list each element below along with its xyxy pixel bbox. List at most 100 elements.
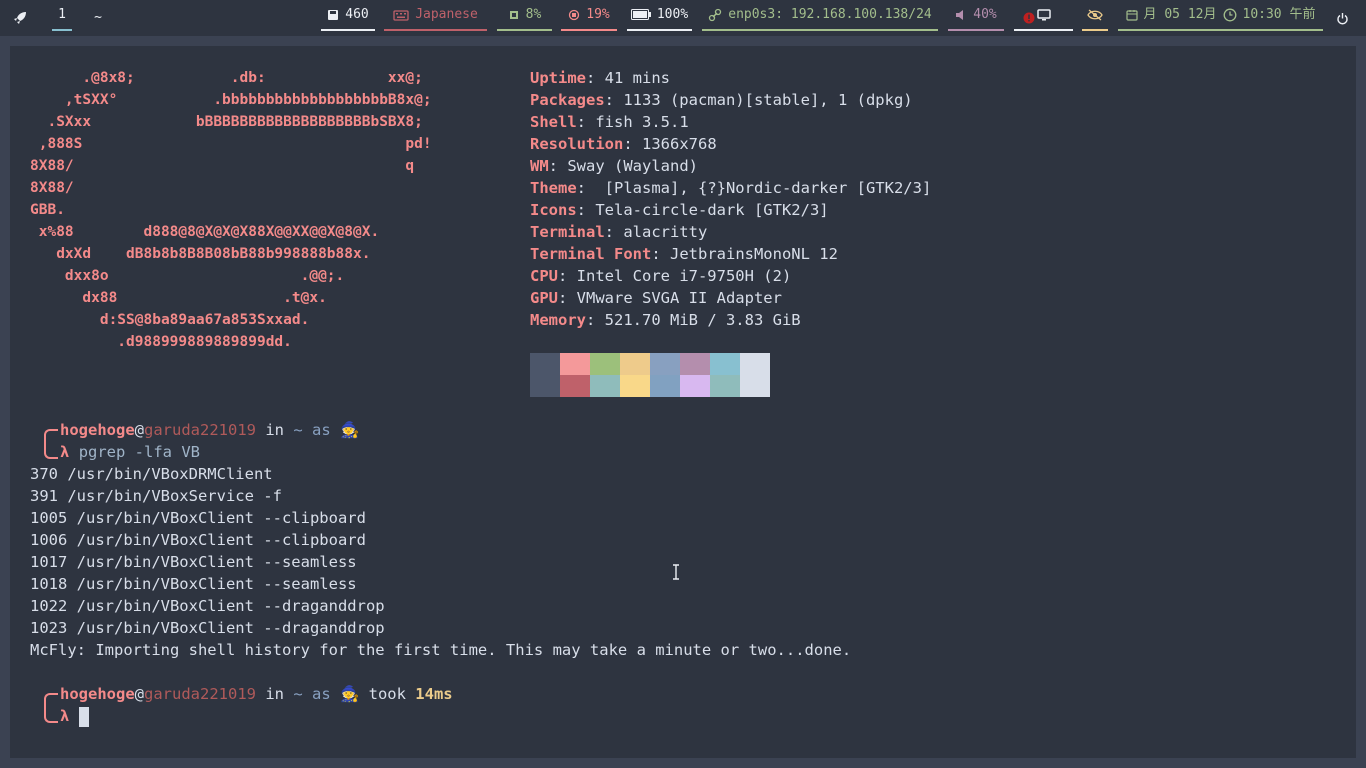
info-value: : alacritty (604, 223, 708, 241)
prompt-lambda: λ (60, 443, 70, 461)
top-status-bar: 1 ~ 460 Japanese 8% 19% 100% enp0s3: 192… (0, 0, 1366, 36)
info-theme: Theme: [Plasma], {?}Nordic-darker [GTK2/… (530, 177, 931, 199)
workspace-1-label: 1 (58, 6, 66, 22)
ibeam-cursor-icon (673, 564, 679, 580)
output-line: 1022 /usr/bin/VBoxClient --draganddrop (30, 597, 385, 615)
color-swatch (620, 375, 650, 397)
prompt-dir: ~ (293, 421, 303, 439)
color-swatch (530, 375, 560, 397)
info-value: : [Plasma], {?}Nordic-darker [GTK2/3] (576, 179, 932, 197)
output-line: 1017 /usr/bin/VBoxClient --seamless (30, 553, 357, 571)
prompt-command-line: λ pgrep -lfa VB (60, 441, 200, 463)
clock-icon (1223, 8, 1236, 21)
info-value: : Tela-circle-dark [GTK2/3] (576, 201, 829, 219)
ascii-art-line: .SXxx bBBBBBBBBBBBBBBBBBBBbSBX8; (30, 114, 423, 130)
color-swatch (710, 375, 740, 397)
volume-module[interactable]: 40% (948, 0, 1004, 31)
info-key: Resolution (530, 135, 624, 153)
keyboard-layout-module[interactable]: Japanese (384, 0, 487, 31)
display-module[interactable] (1014, 0, 1073, 31)
color-swatch (590, 375, 620, 397)
info-key: Terminal (530, 223, 605, 241)
output-line: 1023 /usr/bin/VBoxClient --draganddrop (30, 619, 385, 637)
info-icons: Icons: Tela-circle-dark [GTK2/3] (530, 199, 829, 221)
prompt-header: hogehoge@garuda221019 in ~ as 🧙 took 14m… (60, 683, 453, 705)
prompt-header: hogehoge@garuda221019 in ~ as 🧙 (60, 419, 359, 441)
info-packages: Packages: 1133 (pacman)[stable], 1 (dpkg… (530, 89, 913, 111)
prompt-in: in (255, 685, 294, 703)
cpu-value: 8% (525, 6, 542, 22)
clock-module[interactable]: 月 05 12月 10:30 午前 (1118, 0, 1323, 31)
info-resolution: Resolution: 1366x768 (530, 133, 717, 155)
ascii-art-line: .d988999889889899dd. (30, 334, 292, 350)
prompt-duration: 14ms (415, 685, 453, 703)
rocket-icon (14, 12, 26, 24)
info-key: Theme (530, 179, 577, 197)
prompt-at: @ (134, 421, 144, 439)
ascii-art-line: .@8x8; .db: xx@; (30, 70, 423, 86)
launcher-button[interactable] (8, 0, 32, 36)
info-value: : 1133 (pacman)[stable], 1 (dpkg) (604, 91, 913, 109)
prompt-input-line[interactable]: λ (60, 705, 89, 727)
ascii-art-line: d:SS@8ba89aa67a853Sxxad. (30, 312, 310, 328)
memory-module[interactable]: 19% (561, 0, 617, 31)
workspace-home-button[interactable]: ~ (88, 0, 108, 36)
prompt-dir: ~ (293, 685, 303, 703)
prompt-as: as (302, 421, 340, 439)
power-button[interactable] (1333, 0, 1351, 36)
workspace-home-label: ~ (94, 10, 102, 25)
info-wm: WM: Sway (Wayland) (530, 155, 698, 177)
color-swatch (650, 353, 680, 375)
info-value: : 521.70 MiB / 3.83 GiB (586, 311, 801, 329)
disk-module[interactable]: 460 (321, 0, 375, 31)
prompt-as: as (302, 685, 340, 703)
terminal-window[interactable]: .@8x8; .db: xx@; ,tSXX° .bbbbbbbbbbbbbbb… (10, 46, 1356, 758)
info-value: : VMware SVGA II Adapter (558, 289, 782, 307)
output-line: McFly: Importing shell history for the f… (30, 641, 852, 659)
info-key: Packages (530, 91, 605, 109)
info-cpu: CPU: Intel Core i7-9750H (2) (530, 265, 791, 287)
link-icon (709, 8, 722, 21)
info-terminal-font: Terminal Font: JetbrainsMonoNL 12 (530, 243, 838, 265)
prompt-host: garuda221019 (144, 685, 256, 703)
cpu-module[interactable]: 8% (497, 0, 552, 31)
info-key: Memory (530, 311, 586, 329)
ascii-art-line: dxx8o .@@;. (30, 268, 345, 284)
disk-value: 460 (345, 6, 369, 22)
ascii-art-line: x%88 d888@8@X@X@X88X@@XX@@X@8@X. (30, 224, 380, 240)
info-key: Icons (530, 201, 577, 219)
ascii-art-line: GBB. (30, 202, 65, 218)
output-line: 1006 /usr/bin/VBoxClient --clipboard (30, 531, 366, 549)
battery-value: 100% (656, 6, 689, 22)
keyboard-layout-value: Japanese (415, 6, 478, 22)
prompt-user: hogehoge (60, 421, 135, 439)
color-palette-top (530, 353, 770, 375)
info-key: Shell (530, 113, 577, 131)
output-line: 1018 /usr/bin/VBoxClient --seamless (30, 575, 357, 593)
color-swatch (680, 375, 710, 397)
battery-module[interactable]: 100% (627, 0, 692, 31)
info-value: : 1366x768 (623, 135, 717, 153)
color-swatch (560, 375, 590, 397)
idle-inhibitor-module[interactable] (1082, 0, 1108, 31)
memory-value: 19% (586, 6, 610, 22)
monitor-icon (1036, 8, 1051, 20)
info-memory: Memory: 521.70 MiB / 3.83 GiB (530, 309, 801, 331)
info-key: WM (530, 157, 549, 175)
prompt-in: in (255, 421, 294, 439)
info-value: : JetbrainsMonoNL 12 (651, 245, 838, 263)
prompt-took: took (359, 685, 416, 703)
color-swatch (680, 353, 710, 375)
workspace-1-button[interactable]: 1 (52, 0, 72, 31)
info-gpu: GPU: VMware SVGA II Adapter (530, 287, 782, 309)
ascii-art-line: dxXd dB8b8b8B8B08bB88b998888b88x. (30, 246, 371, 262)
info-terminal: Terminal: alacritty (530, 221, 707, 243)
disk-icon (328, 9, 339, 20)
ascii-art-line: 8X88/ q (30, 158, 415, 174)
network-module[interactable]: enp0s3: 192.168.100.138/24 (702, 0, 938, 31)
battery-icon (630, 9, 651, 20)
info-value: : Sway (Wayland) (548, 157, 698, 175)
prompt-bracket (44, 429, 58, 459)
info-key: Uptime (530, 69, 586, 87)
network-value: enp0s3: 192.168.100.138/24 (728, 6, 932, 22)
